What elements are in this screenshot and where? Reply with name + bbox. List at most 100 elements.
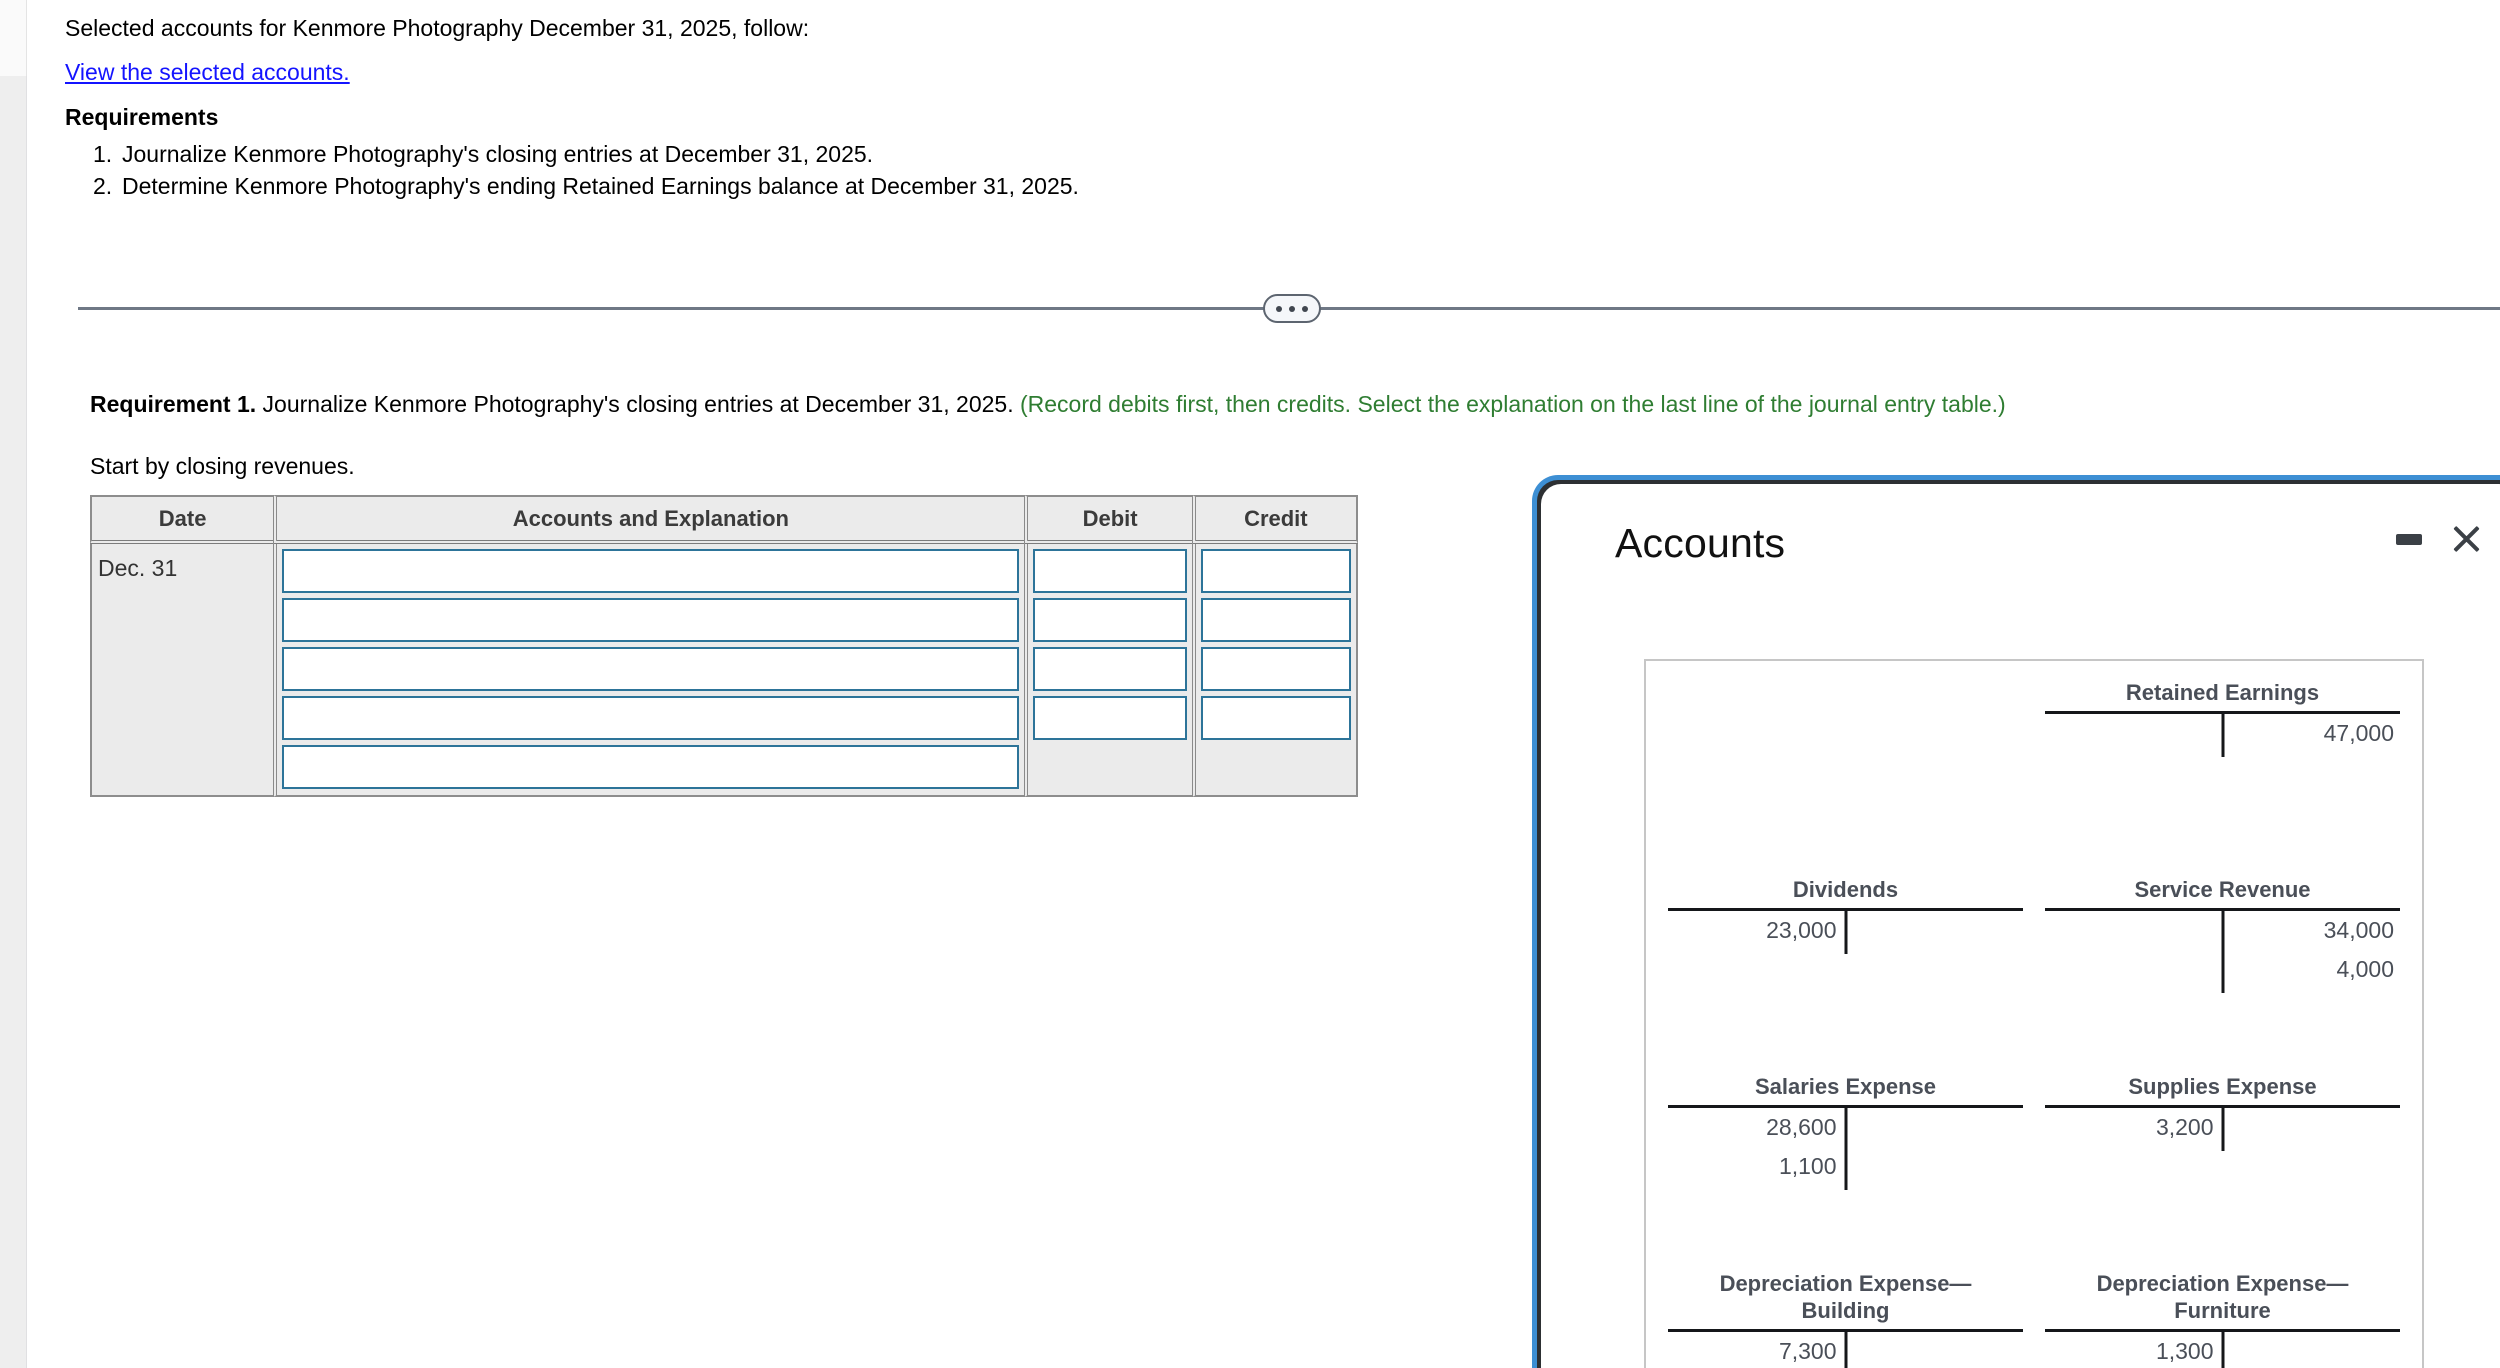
requirement-1-hint: (Record debits first, then credits. Sele…	[1019, 391, 2006, 417]
accounts-popup-window: Accounts Retained Earnings 47,000 Dividend…	[1532, 475, 2500, 1368]
t-accounts-panel: Retained Earnings 47,000 Dividends 23,000 Se…	[1644, 659, 2424, 1368]
page-root: Selected accounts for Kenmore Photograph…	[0, 0, 2500, 1368]
t-account-title: Salaries Expense	[1754, 1074, 1936, 1099]
debit-empty-row-5	[1033, 745, 1186, 789]
start-instruction: Start by closing revenues.	[90, 453, 355, 479]
t-account-credit-amount: 34,000	[2323, 917, 2394, 943]
debit-input-row-4[interactable]	[1033, 696, 1187, 740]
account-input-1[interactable]	[284, 551, 1018, 591]
t-account: Retained Earnings 47,000	[2045, 671, 2400, 868]
t-account-body: 3,200	[2045, 1105, 2400, 1201]
account-input-row-4[interactable]	[282, 696, 1020, 740]
explanation-input-row-5[interactable]	[282, 745, 1020, 789]
t-account-credit-amount: 47,000	[2323, 720, 2394, 746]
debit-input-4[interactable]	[1035, 698, 1185, 738]
t-account-debit-amount: 1,300	[2155, 1338, 2214, 1364]
t-account-title: Retained Earnings	[2125, 680, 2320, 705]
dot-icon	[1302, 305, 1308, 312]
requirement-item-1-text: Journalize Kenmore Photography's closing…	[122, 141, 874, 167]
left-gutter-top	[0, 0, 27, 76]
credit-input-row-3[interactable]	[1200, 647, 1351, 691]
t-account: Service Revenue 34,000 4,000	[2045, 868, 2400, 1065]
t-account: Depreciation Expense— Furniture 1,300	[2045, 1262, 2400, 1368]
t-account-2: Dividends 23,000	[1668, 876, 2023, 1004]
account-input-row-1[interactable]	[282, 549, 1020, 593]
account-input-2[interactable]	[284, 600, 1018, 640]
t-account-7: Depreciation Expense— Furniture 1,300	[2045, 1270, 2400, 1368]
t-account-credit-side: 34,000 4,000	[2223, 911, 2401, 989]
t-account-title: Service Revenue	[2134, 877, 2311, 902]
journal-credit-column	[1191, 544, 1358, 797]
credit-input-1[interactable]	[1202, 551, 1349, 591]
t-account-title: Depreciation Expense— Furniture	[2096, 1271, 2349, 1323]
t-account-debit-amount: 7,300	[1778, 1338, 1837, 1364]
dot-icon	[1289, 305, 1295, 312]
content-area: Selected accounts for Kenmore Photograph…	[28, 0, 2500, 1368]
panel-divider-handle[interactable]	[1263, 294, 1321, 323]
credit-empty-row-5	[1201, 745, 1351, 789]
t-account-body: 47,000	[2045, 711, 2400, 807]
credit-input-row-2[interactable]	[1200, 598, 1351, 642]
dot-icon	[1276, 305, 1282, 312]
t-account-debit-amount: 3,200	[2155, 1114, 2214, 1140]
t-account-debit-side: 3,200	[2045, 1108, 2223, 1147]
account-input-4[interactable]	[284, 698, 1018, 738]
requirement-1-label: Requirement 1.	[90, 391, 257, 417]
t-account-debit-side: 1,300	[2045, 1332, 2223, 1368]
requirements-list: 1. Journalize Kenmore Photography's clos…	[65, 138, 2265, 202]
account-input-row-2[interactable]	[282, 598, 1020, 642]
account-input-3[interactable]	[284, 649, 1018, 689]
minimize-icon[interactable]	[2396, 533, 2422, 545]
journal-table-body: Dec. 31	[90, 544, 1358, 797]
t-account-debit-side: 7,300	[1668, 1332, 1846, 1368]
t-account-6: Depreciation Expense— Building 7,300	[1668, 1270, 2023, 1368]
journal-debit-column	[1024, 544, 1192, 797]
credit-input-4[interactable]	[1202, 698, 1349, 738]
t-account-5: Supplies Expense 3,200	[2045, 1073, 2400, 1201]
column-header-debit: Debit	[1024, 495, 1192, 544]
explanation-input-5[interactable]	[284, 747, 1018, 787]
t-account: Salaries Expense 28,600 1,100	[1668, 1065, 2023, 1262]
credit-input-3[interactable]	[1202, 649, 1349, 689]
t-account-title: Depreciation Expense— Building	[1719, 1271, 1972, 1323]
t-account: Depreciation Expense— Building 7,300	[1668, 1262, 2023, 1368]
t-account-debit-side: 23,000	[1668, 911, 1846, 950]
requirement-item-2-text: Determine Kenmore Photography's ending R…	[122, 173, 1079, 199]
column-header-credit: Credit	[1191, 495, 1358, 544]
window-controls	[2396, 522, 2483, 556]
journal-entry-table: Date Accounts and Explanation Debit Cred…	[90, 495, 1358, 797]
requirement-item-1-number: 1.	[93, 141, 113, 167]
credit-input-2[interactable]	[1202, 600, 1349, 640]
accounts-popup-title: Accounts	[1615, 520, 1786, 566]
debit-input-2[interactable]	[1035, 600, 1185, 640]
left-gutter-bottom	[0, 76, 27, 1368]
view-selected-accounts-link[interactable]: View the selected accounts.	[65, 57, 350, 87]
t-account: Supplies Expense 3,200	[2045, 1065, 2400, 1262]
t-account-3: Service Revenue 34,000 4,000	[2045, 876, 2400, 1004]
debit-input-row-2[interactable]	[1033, 598, 1187, 642]
requirement-item-1: 1. Journalize Kenmore Photography's clos…	[65, 138, 2265, 170]
t-account-debit-amount: 23,000	[1766, 917, 1837, 943]
journal-table-head: Date Accounts and Explanation Debit Cred…	[90, 495, 1358, 544]
journal-date-cell: Dec. 31	[90, 544, 274, 797]
debit-input-1[interactable]	[1035, 551, 1185, 591]
intro-line: Selected accounts for Kenmore Photograph…	[65, 15, 810, 41]
credit-input-row-4[interactable]	[1200, 696, 1351, 740]
t-account-debit-amount: 28,600	[1766, 1114, 1837, 1140]
t-account-credit-amount: 4,000	[2336, 956, 2394, 982]
debit-input-row-3[interactable]	[1033, 647, 1187, 691]
column-header-date: Date	[90, 495, 274, 544]
t-account-body: 28,600 1,100	[1668, 1105, 2023, 1201]
credit-input-row-1[interactable]	[1200, 549, 1351, 593]
debit-input-row-1[interactable]	[1033, 549, 1187, 593]
t-account-body: 1,300	[2045, 1329, 2400, 1368]
t-account-body: 34,000 4,000	[2045, 908, 2400, 1004]
t-account-title: Supplies Expense	[2128, 1074, 2317, 1099]
account-input-row-3[interactable]	[282, 647, 1020, 691]
t-account-4: Salaries Expense 28,600 1,100	[1668, 1073, 2023, 1201]
close-icon[interactable]	[2449, 522, 2483, 556]
debit-input-3[interactable]	[1035, 649, 1185, 689]
journal-accounts-column	[273, 544, 1025, 797]
t-account-title: Dividends	[1792, 877, 1899, 902]
requirements-heading: Requirements	[65, 104, 219, 130]
